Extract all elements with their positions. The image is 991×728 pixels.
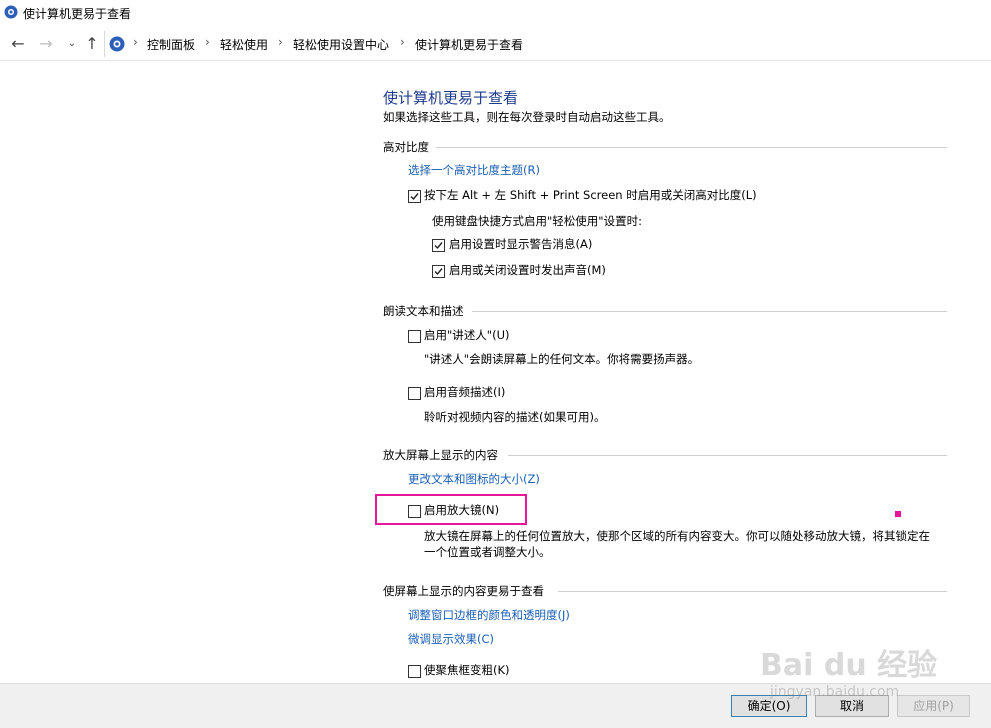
- breadcrumb-control-panel[interactable]: 控制面板: [147, 36, 195, 53]
- window-title: 使计算机更易于查看: [23, 7, 132, 21]
- control-panel-icon: [109, 36, 125, 52]
- magnifier-description-cont: 一个位置或者调整大小。: [424, 545, 551, 559]
- checkbox-label: 按下左 Alt + 左 Shift + Print Screen 时启用或关闭高…: [424, 188, 757, 202]
- breadcrumb-separator: ›: [205, 35, 210, 49]
- baidu-watermark: Bai du 经验: [760, 648, 938, 683]
- forward-arrow-icon[interactable]: →: [36, 34, 56, 54]
- breadcrumb-current[interactable]: 使计算机更易于查看: [415, 36, 523, 53]
- checkbox-high-contrast-shortcut[interactable]: [408, 190, 421, 203]
- breadcrumb-separator: ›: [278, 35, 283, 49]
- link-display-tuning[interactable]: 微调显示效果(C): [408, 631, 494, 647]
- magnifier-description: 放大镜在屏幕上的任何位置放大，使那个区域的所有内容变大。你可以随处移动放大镜，将…: [424, 529, 930, 543]
- checkbox-audio-description[interactable]: [408, 387, 421, 400]
- chevron-down-icon[interactable]: ⌄: [62, 34, 82, 54]
- breadcrumb-ease-of-access[interactable]: 轻松使用: [220, 36, 268, 53]
- title-bar: 使计算机更易于查看: [0, 0, 991, 28]
- checkbox-narrator[interactable]: [408, 330, 421, 343]
- section-heading-high-contrast: 高对比度: [383, 140, 429, 154]
- divider: [436, 147, 947, 148]
- back-arrow-icon[interactable]: ←: [8, 34, 28, 54]
- breadcrumb-ease-center[interactable]: 轻松使用设置中心: [293, 36, 389, 53]
- narrator-description: "讲述人"会朗读屏幕上的任何文本。你将需要扬声器。: [424, 352, 700, 366]
- baidu-watermark-url: jingyan.baidu.com: [770, 684, 900, 700]
- address-bar[interactable]: › 控制面板 › 轻松使用 › 轻松使用设置中心 › 使计算机更易于查看: [104, 31, 991, 57]
- marker-dot: [895, 511, 901, 517]
- divider: [558, 591, 947, 592]
- checkbox-label: 启用"讲述人"(U): [424, 328, 510, 342]
- checkbox-label: 启用音频描述(I): [424, 385, 506, 399]
- breadcrumb-separator: ›: [133, 35, 138, 49]
- divider: [508, 455, 947, 456]
- checkbox-sound[interactable]: [432, 265, 445, 278]
- checkbox-label: 启用放大镜(N): [424, 503, 500, 517]
- checkbox-magnifier[interactable]: [408, 505, 421, 518]
- apply-button[interactable]: 应用(P): [897, 695, 970, 717]
- navigation-bar: ← → ⌄ ↑ › 控制面板 › 轻松使用 › 轻松使用设置中心 › 使计算机更…: [0, 28, 991, 61]
- checkbox-focus-rectangle[interactable]: [408, 665, 421, 678]
- main-content: 使计算机更易于查看 如果选择这些工具，则在每次登录时自动启动这些工具。 高对比度…: [0, 61, 991, 683]
- section-heading-magnify: 放大屏幕上显示的内容: [383, 448, 498, 462]
- page-subtitle: 如果选择这些工具，则在每次登录时自动启动这些工具。: [383, 110, 671, 124]
- shortcut-note: 使用键盘快捷方式启用"轻松使用"设置时:: [432, 214, 642, 228]
- section-heading-easier: 使屏幕上显示的内容更易于查看: [383, 584, 544, 598]
- section-heading-narrate: 朗读文本和描述: [383, 304, 464, 318]
- page-title: 使计算机更易于查看: [383, 89, 519, 107]
- checkbox-warning-message[interactable]: [432, 239, 445, 252]
- control-panel-icon: [4, 5, 18, 19]
- breadcrumb-separator: ›: [400, 35, 405, 49]
- checkbox-label: 启用或关闭设置时发出声音(M): [449, 263, 606, 277]
- link-text-icon-size[interactable]: 更改文本和图标的大小(Z): [408, 471, 540, 487]
- checkbox-label: 启用设置时显示警告消息(A): [449, 237, 593, 251]
- link-high-contrast-theme[interactable]: 选择一个高对比度主题(R): [408, 162, 540, 178]
- up-arrow-icon[interactable]: ↑: [82, 34, 102, 54]
- link-window-border-color[interactable]: 调整窗口边框的颜色和透明度(J): [408, 607, 570, 623]
- divider: [472, 311, 947, 312]
- checkbox-label: 使聚焦框变粗(K): [424, 663, 510, 677]
- audio-description-text: 聆听对视频内容的描述(如果可用)。: [424, 410, 606, 424]
